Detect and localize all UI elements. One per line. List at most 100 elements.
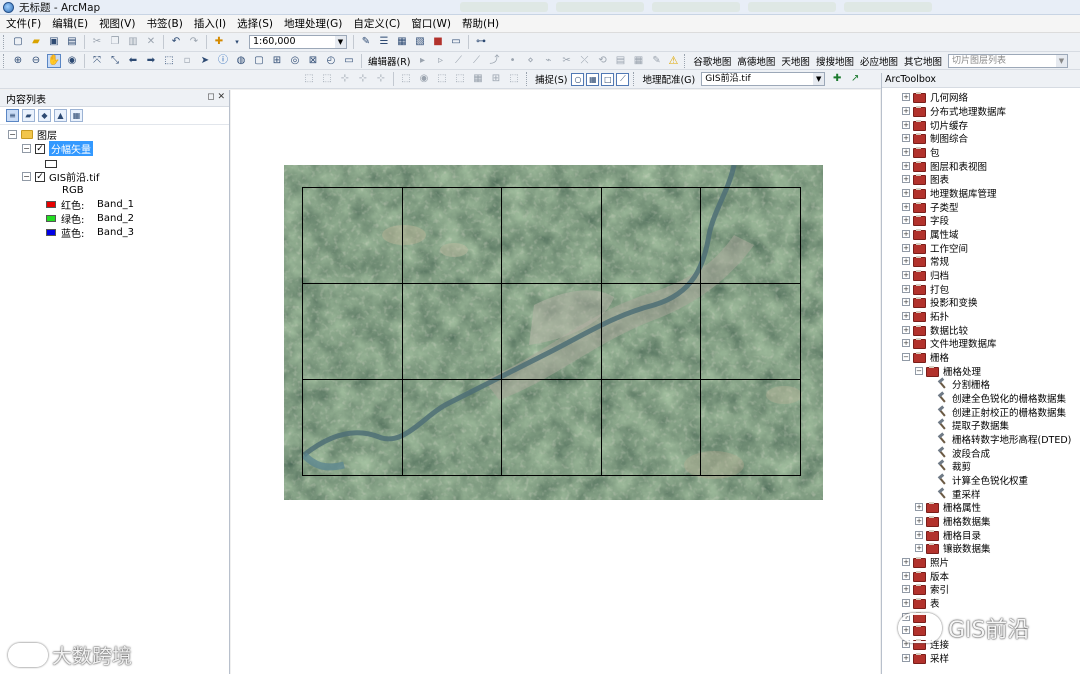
menu-insert[interactable]: 插入(I) — [194, 16, 226, 31]
table-of-contents-icon[interactable]: ☰ — [377, 35, 391, 49]
topology-align-icon[interactable]: ⊹ — [356, 72, 370, 86]
menu-geoprocessing[interactable]: 地理处理(G) — [284, 16, 342, 31]
new-document-icon[interactable]: ▢ — [11, 35, 25, 49]
map-view[interactable] — [231, 90, 880, 674]
toolbox-item[interactable]: + 图表 — [902, 172, 949, 186]
toolbox-item[interactable]: + 分布式地理数据库 — [902, 104, 1006, 118]
topology-fix-icon[interactable]: ⬚ — [435, 72, 449, 86]
expand-icon[interactable]: + — [915, 502, 923, 511]
toc-layer-grid-vector[interactable]: − ✓ 分幅矢量 — [22, 141, 93, 156]
expand-icon[interactable]: + — [902, 147, 910, 156]
trace-icon[interactable]: ⤴ — [488, 54, 502, 68]
time-slider-icon[interactable]: ◴ — [324, 54, 338, 68]
list-by-selection-icon[interactable]: ▲ — [54, 109, 67, 122]
toolbox-item[interactable]: + 子类型 — [902, 200, 959, 214]
edit-annotation-icon[interactable]: ▹ — [434, 54, 448, 68]
binoculars-icon[interactable]: ◎ — [288, 54, 302, 68]
hollow-polygon-swatch[interactable] — [45, 159, 57, 168]
save-icon[interactable]: ▣ — [47, 35, 61, 49]
toc-options-icon[interactable]: ▦ — [70, 109, 83, 122]
toc-layer-raster[interactable]: − ✓ GIS前沿.tif — [22, 169, 99, 184]
attributes-icon[interactable]: ▤ — [614, 54, 628, 68]
editor-menu[interactable]: 编辑器(R) — [368, 54, 411, 68]
viewer-window-icon[interactable]: ▭ — [342, 54, 356, 68]
band-blue[interactable]: 蓝色: Band_3 — [46, 226, 134, 240]
layer-name[interactable]: 分幅矢量 — [49, 141, 93, 156]
reshape-icon[interactable]: ⌁ — [542, 54, 556, 68]
toolbox-item[interactable]: + 字段 — [902, 213, 949, 227]
expand-icon[interactable]: + — [902, 161, 910, 170]
toolbox-item[interactable]: + 属性域 — [902, 227, 959, 241]
band-green[interactable]: 绿色: Band_2 — [46, 212, 134, 226]
collapse-icon[interactable]: − — [902, 352, 910, 361]
tool-item[interactable]: 创建正射校正的栅格数据集 — [937, 405, 1066, 419]
expand-icon[interactable]: + — [915, 543, 923, 552]
expand-icon[interactable]: + — [902, 202, 910, 211]
expand-icon[interactable]: + — [902, 270, 910, 279]
identify-icon[interactable]: ⓘ — [216, 54, 230, 68]
layer-visibility-checkbox[interactable]: ✓ — [35, 143, 45, 154]
editor-toolbar-icon[interactable]: ✎ — [359, 35, 373, 49]
expand-icon[interactable]: + — [902, 256, 910, 265]
toolbox-item[interactable]: + 工作空间 — [902, 241, 968, 255]
vertex-snap-icon[interactable]: □ — [601, 72, 615, 86]
edit-vertices-icon[interactable]: ⋄ — [524, 54, 538, 68]
collapse-icon[interactable]: − — [915, 366, 923, 375]
collapse-icon[interactable]: − — [22, 144, 31, 153]
toolbox-item[interactable]: + 索引 — [902, 582, 949, 596]
expand-icon[interactable]: + — [902, 188, 910, 197]
find-icon[interactable]: ◍ — [234, 54, 248, 68]
toolset-item[interactable]: + 栅格目录 — [915, 528, 981, 542]
menu-customize[interactable]: 自定义(C) — [353, 16, 400, 31]
topology-generalize-icon[interactable]: ⊹ — [374, 72, 388, 86]
topology-table-icon[interactable]: ▦ — [471, 72, 485, 86]
band-red[interactable]: 红色: Band_1 — [46, 198, 134, 212]
satellite-raster-image[interactable] — [284, 165, 823, 500]
measure-icon[interactable]: ⊞ — [270, 54, 284, 68]
add-data-dropdown-icon[interactable]: ▾ — [230, 35, 244, 49]
toolbox-item[interactable]: + 版本 — [902, 569, 949, 583]
arctoolbox-icon[interactable]: ■ — [431, 35, 445, 49]
end-snap-icon[interactable]: ▦ — [586, 72, 600, 86]
green-swatch[interactable] — [46, 215, 56, 222]
toolbox-item[interactable]: + 打包 — [902, 282, 949, 296]
menu-help[interactable]: 帮助(H) — [462, 16, 499, 31]
tool-item[interactable]: 重采样 — [937, 487, 981, 501]
layer-name[interactable]: GIS前沿.tif — [49, 169, 99, 184]
collapse-icon[interactable]: − — [22, 172, 31, 181]
toolbox-item[interactable]: + 制图综合 — [902, 131, 968, 145]
expand-icon[interactable]: + — [902, 598, 910, 607]
georef-layer-combo[interactable]: GIS前沿.tif ▼ — [701, 72, 826, 86]
toolbox-item[interactable]: + 地理数据库管理 — [902, 186, 997, 200]
back-extent-icon[interactable]: ⬅ — [126, 54, 140, 68]
copy-icon[interactable]: ❐ — [108, 35, 122, 49]
tool-item[interactable]: 计算全色锐化权重 — [937, 473, 1028, 487]
list-by-source-icon[interactable]: ▰ — [22, 109, 35, 122]
redo-icon[interactable]: ↷ — [187, 35, 201, 49]
toolset-item[interactable]: + 栅格数据集 — [915, 514, 991, 528]
tool-item[interactable]: 裁剪 — [937, 459, 971, 473]
forward-extent-icon[interactable]: ➡ — [144, 54, 158, 68]
expand-icon[interactable]: + — [902, 120, 910, 129]
toolset-item[interactable]: + 栅格属性 — [915, 500, 981, 514]
rotate-georef-icon[interactable]: ✚ — [830, 72, 844, 86]
cut-polygons-icon[interactable]: ✂ — [560, 54, 574, 68]
topology-error-inspector-icon[interactable]: ⬚ — [453, 72, 467, 86]
expand-icon[interactable]: + — [902, 243, 910, 252]
toolbox-item[interactable]: + 照片 — [902, 555, 949, 569]
open-folder-icon[interactable]: ▰ — [29, 35, 43, 49]
tool-item[interactable]: 波段合成 — [937, 446, 990, 460]
expand-icon[interactable]: + — [915, 530, 923, 539]
topology-shared-icon[interactable]: ⊹ — [338, 72, 352, 86]
zoom-in-icon[interactable]: ⊕ — [11, 54, 25, 68]
toc-root-layers[interactable]: − 图层 — [8, 128, 57, 142]
basemap-tianditu[interactable]: 天地图 — [781, 54, 810, 68]
expand-icon[interactable]: + — [902, 653, 910, 662]
cut-icon[interactable]: ✂ — [90, 35, 104, 49]
delete-icon[interactable]: ✕ — [144, 35, 158, 49]
split-icon[interactable]: ⤫ — [578, 54, 592, 68]
modelbuilder-icon[interactable]: ⊶ — [474, 35, 488, 49]
layer-visibility-checkbox[interactable]: ✓ — [35, 171, 45, 182]
topology-edit-icon[interactable]: ⬚ — [302, 72, 316, 86]
point-snap-icon[interactable]: ○ — [571, 72, 585, 86]
